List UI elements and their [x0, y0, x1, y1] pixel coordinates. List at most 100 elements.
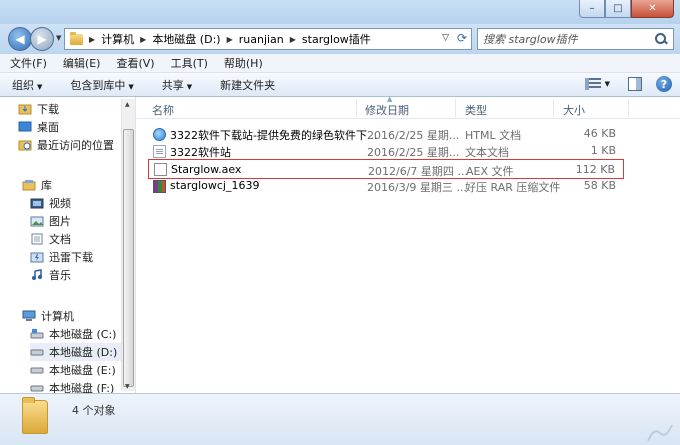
breadcrumb-separator[interactable]: ▶ [89, 35, 95, 44]
breadcrumb-separator[interactable]: ▶ [140, 35, 146, 44]
command-toolbar: 组织 ▼ 包含到库中 ▼ 共享 ▼ 新建文件夹 ▼ ? [0, 73, 680, 97]
file-type: 好压 RAR 压缩文件 [465, 181, 561, 194]
nav-scrollbar[interactable]: ▲ ▼ [121, 99, 135, 391]
menu-help[interactable]: 帮助(H) [224, 55, 263, 71]
pictures-icon [30, 216, 44, 227]
breadcrumb-starglow[interactable]: starglow插件 [302, 31, 371, 47]
file-row[interactable]: 3322软件站 2016/2/25 星期... 文本文档 1 KB [148, 143, 624, 160]
window-controls: – □ ✕ [579, 0, 674, 18]
nav-item-recent-places[interactable]: 最近访问的位置 [18, 136, 114, 154]
menu-edit[interactable]: 编辑(E) [63, 55, 101, 71]
nav-item-drive-c[interactable]: 本地磁盘 (C:) [30, 325, 116, 343]
forward-button[interactable]: ▶ [30, 27, 54, 51]
column-name[interactable]: 名称 [152, 102, 174, 118]
organize-button[interactable]: 组织 ▼ [12, 77, 42, 93]
nav-item-label: 本地磁盘 (D:) [49, 346, 118, 359]
address-bar[interactable]: ▶ 计算机 ▶ 本地磁盘 (D:) ▶ ruanjian ▶ starglow插… [64, 28, 472, 50]
column-divider[interactable] [553, 99, 554, 117]
recent-places-icon [18, 140, 32, 151]
nav-item-label: 本地磁盘 (E:) [49, 364, 116, 377]
breadcrumb-computer[interactable]: 计算机 [101, 31, 134, 47]
file-row-highlighted[interactable]: Starglow.aex 2012/6/7 星期四 ... AEX 文件 112… [148, 159, 624, 179]
help-icon[interactable]: ? [656, 76, 672, 92]
downloads-folder-icon [18, 104, 32, 115]
breadcrumb-drive-d[interactable]: 本地磁盘 (D:) [152, 31, 220, 47]
nav-item-music[interactable]: 音乐 [30, 266, 71, 284]
column-divider[interactable] [628, 99, 629, 117]
nav-item-drive-d[interactable]: 本地磁盘 (D:) [30, 343, 122, 361]
nav-item-pictures[interactable]: 图片 [30, 212, 71, 230]
nav-item-label: 本地磁盘 (C:) [49, 328, 117, 341]
file-row[interactable]: 3322软件下载站-提供免费的绿色软件下... 2016/2/25 星期... … [148, 126, 624, 143]
column-size[interactable]: 大小 [563, 102, 585, 118]
scroll-down-icon[interactable]: ▼ [125, 383, 130, 390]
file-date: 2016/2/25 星期... [367, 146, 460, 159]
folder-icon [22, 397, 48, 434]
nav-item-documents[interactable]: 文档 [30, 230, 71, 248]
breadcrumb-separator[interactable]: ▶ [227, 35, 233, 44]
change-view-icon[interactable] [584, 78, 601, 90]
new-folder-button[interactable]: 新建文件夹 [220, 77, 275, 93]
file-name: 3322软件下载站-提供免费的绿色软件下... [170, 129, 378, 142]
arrow-left-icon: ◀ [15, 32, 25, 46]
refresh-icon[interactable]: ⟳ [457, 31, 467, 45]
documents-icon [31, 233, 43, 245]
thunder-downloads-icon [30, 252, 44, 263]
breadcrumb-ruanjian[interactable]: ruanjian [239, 33, 284, 46]
chevron-down-icon: ▼ [186, 82, 193, 91]
address-history-dropdown-icon[interactable]: ▽ [442, 33, 449, 43]
recent-pages-dropdown[interactable]: ▼ [56, 34, 61, 42]
menu-tools[interactable]: 工具(T) [171, 55, 208, 71]
nav-item-drive-e[interactable]: 本地磁盘 (E:) [30, 361, 116, 379]
rar-archive-icon [153, 180, 166, 193]
item-count: 4 个对象 [72, 404, 116, 417]
menu-view[interactable]: 查看(V) [116, 55, 154, 71]
file-size: 58 KB [583, 179, 616, 192]
drive-icon [30, 385, 44, 392]
close-button[interactable]: ✕ [631, 0, 674, 18]
videos-icon [30, 198, 44, 209]
search-box[interactable]: 搜索 starglow插件 [477, 28, 674, 50]
nav-item-label: 视频 [49, 197, 71, 210]
file-row[interactable]: starglowcj_1639 2016/3/9 星期三 ... 好压 RAR … [148, 178, 624, 195]
nav-item-label: 本地磁盘 (F:) [49, 382, 115, 393]
nav-item-label: 音乐 [49, 269, 71, 282]
chevron-down-icon[interactable]: ▼ [605, 80, 610, 88]
include-in-library-button[interactable]: 包含到库中 ▼ [70, 77, 133, 93]
file-date: 2012/6/7 星期四 ... [368, 165, 468, 178]
scroll-up-icon[interactable]: ▲ [125, 101, 130, 108]
nav-item-downloads[interactable]: 下载 [18, 100, 59, 118]
desktop-icon [18, 121, 32, 132]
nav-item-desktop[interactable]: 桌面 [18, 118, 59, 136]
nav-item-computer[interactable]: 计算机 [22, 307, 74, 325]
nav-item-drive-f[interactable]: 本地磁盘 (F:) [30, 379, 114, 393]
menu-file[interactable]: 文件(F) [10, 55, 47, 71]
share-label: 共享 [161, 78, 184, 92]
music-icon [32, 269, 42, 280]
nav-item-libraries[interactable]: 库 [22, 176, 52, 194]
breadcrumb-separator[interactable]: ▶ [290, 35, 296, 44]
file-size: 1 KB [590, 144, 616, 157]
system-drive-icon [30, 329, 44, 339]
search-icon[interactable] [655, 33, 667, 45]
file-name: starglowcj_1639 [170, 179, 260, 192]
share-button[interactable]: 共享 ▼ [162, 77, 192, 93]
computer-icon [22, 310, 36, 321]
column-type[interactable]: 类型 [465, 102, 487, 118]
back-button[interactable]: ◀ [8, 27, 32, 51]
title-bar: – □ ✕ [0, 0, 680, 24]
column-date-modified[interactable]: 修改日期 [365, 102, 409, 118]
nav-item-thunder-downloads[interactable]: 迅雷下载 [30, 248, 93, 266]
libraries-icon [22, 180, 36, 191]
file-name: Starglow.aex [171, 163, 242, 176]
column-divider[interactable] [455, 99, 456, 117]
column-divider[interactable] [356, 99, 357, 117]
preview-pane-icon[interactable] [628, 77, 642, 91]
scrollbar-thumb[interactable] [123, 129, 134, 387]
nav-item-videos[interactable]: 视频 [30, 194, 71, 212]
folder-icon [70, 31, 83, 45]
minimize-button[interactable]: – [579, 0, 605, 18]
nav-item-label: 图片 [49, 215, 71, 228]
maximize-button[interactable]: □ [605, 0, 631, 18]
search-input[interactable]: 搜索 starglow插件 [483, 31, 655, 47]
